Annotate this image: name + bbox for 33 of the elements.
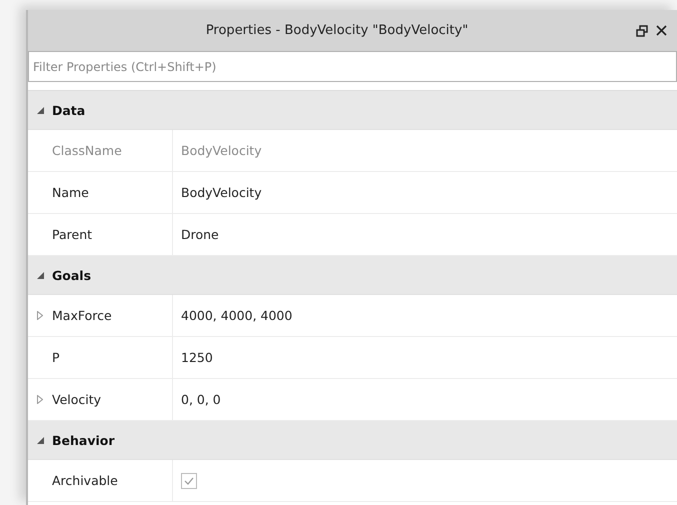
expand-icon[interactable] <box>37 395 43 404</box>
window-title: Properties - BodyVelocity "BodyVelocity" <box>204 23 470 38</box>
checkbox[interactable] <box>181 472 197 488</box>
property-row[interactable]: MaxForce 4000, 4000, 4000 <box>28 295 677 337</box>
property-name: Archivable <box>52 460 173 501</box>
property-value[interactable]: 0, 0, 0 <box>173 392 221 407</box>
property-value[interactable]: Drone <box>173 227 219 242</box>
close-icon[interactable] <box>656 25 667 36</box>
restore-icon[interactable] <box>636 24 648 36</box>
property-value[interactable]: BodyVelocity <box>173 185 262 200</box>
section-header[interactable]: Goals <box>28 256 677 295</box>
filter-field[interactable]: Filter Properties (Ctrl+Shift+P) <box>28 51 677 82</box>
section-title: Data <box>52 102 86 118</box>
property-name: MaxForce <box>52 295 173 336</box>
section-header[interactable]: Behavior <box>28 421 677 460</box>
section-title: Behavior <box>52 432 115 448</box>
property-value[interactable]: 1250 <box>173 350 213 365</box>
property-row[interactable]: Name BodyVelocity <box>28 172 677 214</box>
collapse-icon[interactable] <box>36 272 44 278</box>
property-name: ClassName <box>52 130 173 171</box>
property-value[interactable]: 4000, 4000, 4000 <box>173 308 292 323</box>
section-header[interactable]: Data <box>28 91 677 130</box>
property-name: Velocity <box>52 379 173 420</box>
check-icon <box>184 476 194 484</box>
property-row[interactable]: Archivable <box>28 460 677 502</box>
property-row[interactable]: P 1250 <box>28 337 677 379</box>
property-name: Parent <box>52 214 173 255</box>
expand-icon[interactable] <box>37 311 43 320</box>
collapse-icon[interactable] <box>36 436 44 444</box>
section-title: Goals <box>52 268 92 282</box>
collapse-icon[interactable] <box>36 106 44 114</box>
property-name: P <box>52 337 173 378</box>
property-name: Name <box>52 172 173 213</box>
